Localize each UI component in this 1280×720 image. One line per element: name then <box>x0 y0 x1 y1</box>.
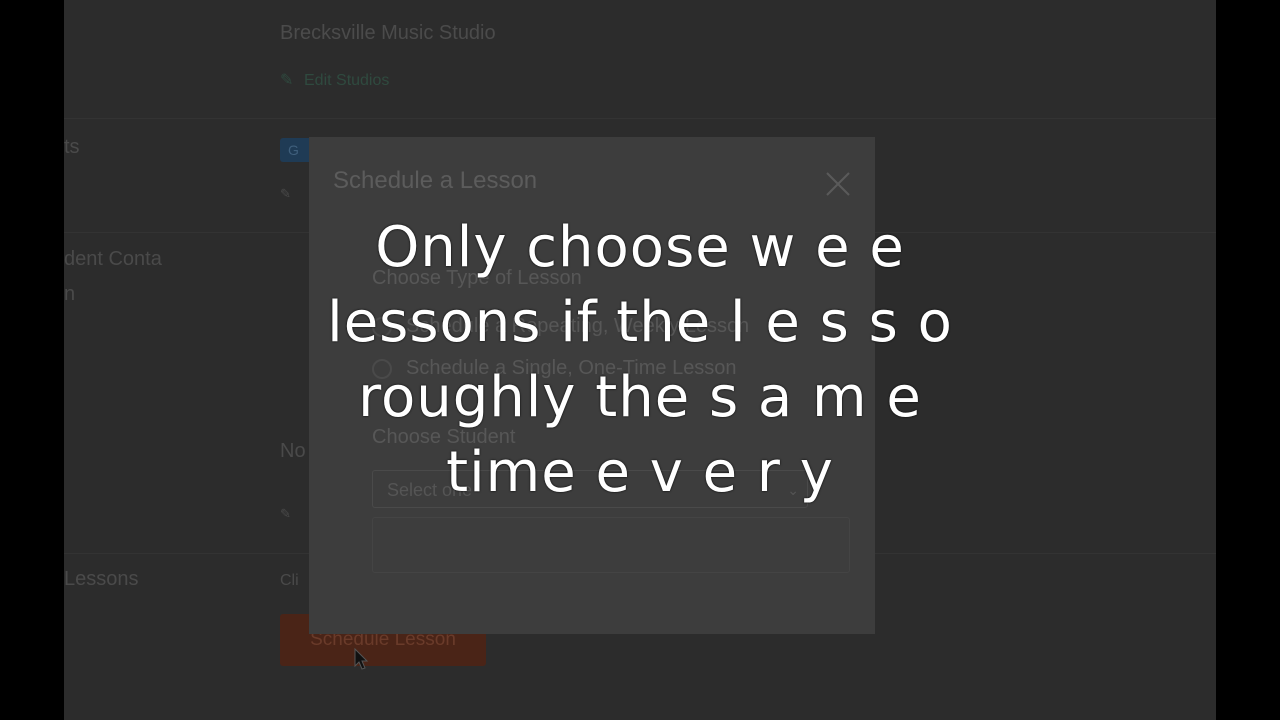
caption-line-2: lessons if the l e s s o <box>327 290 953 355</box>
edit-studios-link[interactable]: ✎ Edit Studios <box>280 70 389 90</box>
divider <box>64 118 1216 119</box>
click-hint-text: Cli <box>280 572 299 589</box>
studio-name: Brecksville Music Studio <box>280 22 496 44</box>
pencil-icon: ✎ <box>280 72 294 89</box>
caption-line-4: time e v e r y <box>446 440 834 505</box>
edit-studios-label: Edit Studios <box>304 72 390 89</box>
caption-line-1: Only choose w e e <box>375 215 905 280</box>
mouse-pointer-icon <box>354 648 369 670</box>
caption-line-3: roughly the s a m e <box>358 365 922 430</box>
video-caption: Only choose w e e lessons if the l e s s… <box>0 210 1280 510</box>
side-label-lessons: Lessons <box>64 568 139 590</box>
modal-title: Schedule a Lesson <box>333 167 538 194</box>
modal-lower-panel <box>372 517 850 573</box>
pencil-icon[interactable]: ✎ <box>280 186 294 201</box>
close-icon[interactable] <box>823 169 853 199</box>
side-label-1: ts <box>64 136 80 158</box>
